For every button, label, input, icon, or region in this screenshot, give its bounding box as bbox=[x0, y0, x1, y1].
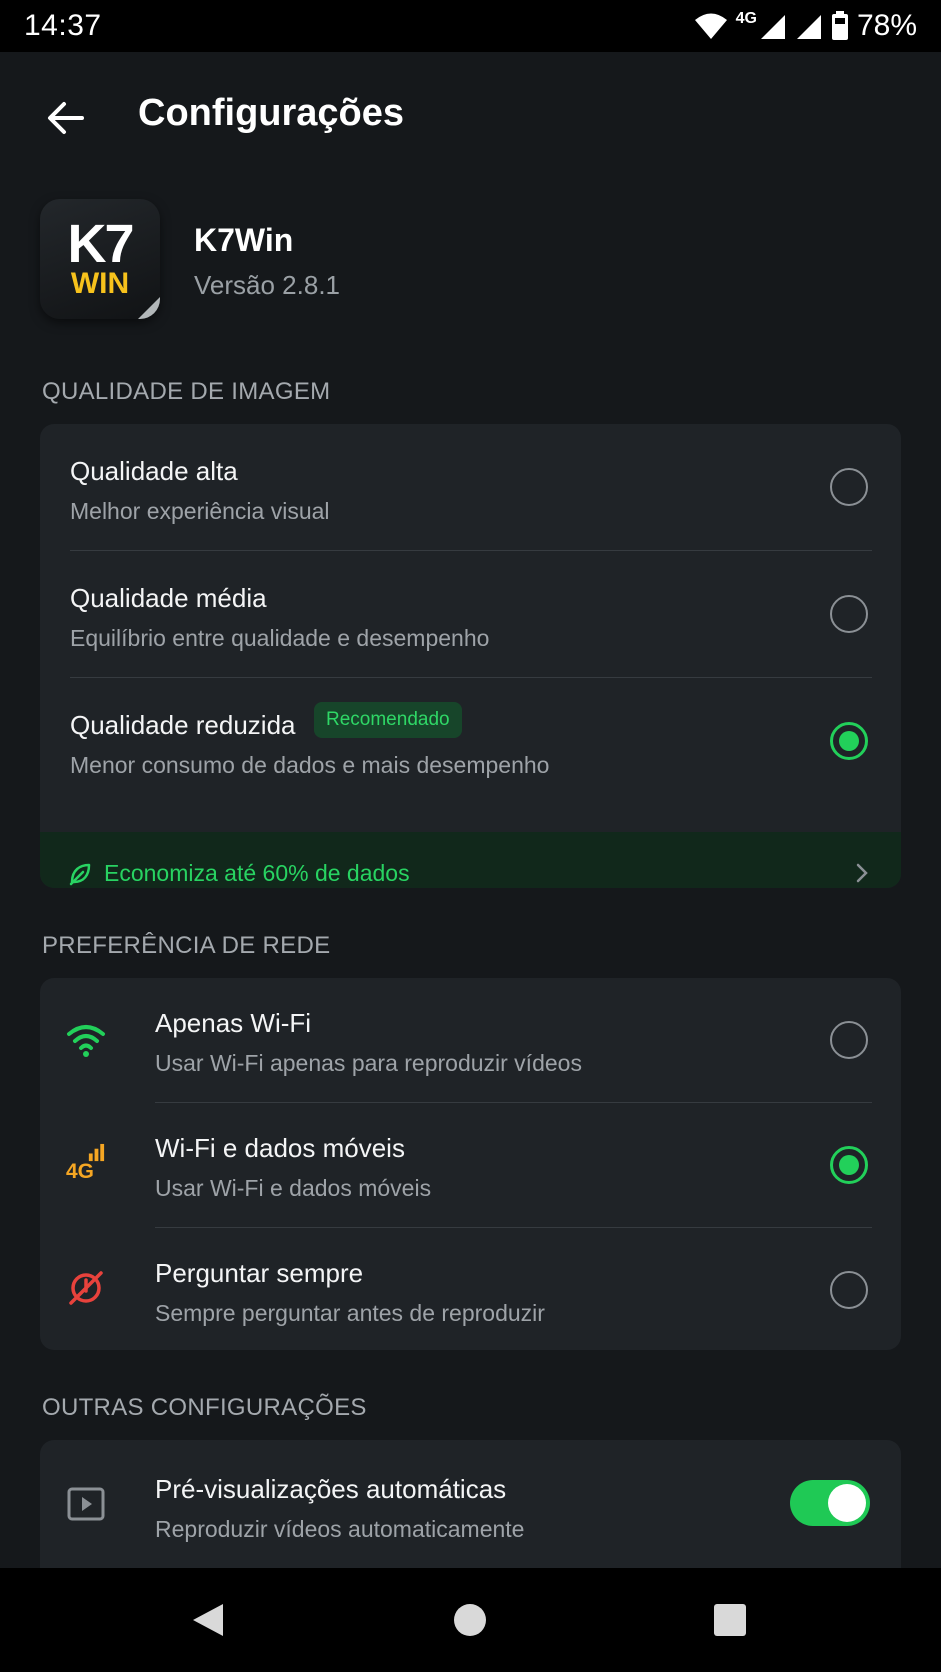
section-label-network: PREFERÊNCIA DE REDE bbox=[42, 932, 331, 959]
recents-square-icon bbox=[714, 1604, 746, 1636]
wifi-icon bbox=[66, 1020, 106, 1060]
other-settings-card: Pré-visualizações automáticas Reproduzir… bbox=[40, 1440, 901, 1568]
no-signal-icon bbox=[66, 1268, 106, 1308]
play-icon bbox=[66, 1484, 106, 1524]
option-title: Qualidade alta bbox=[70, 456, 238, 486]
nav-recents-button[interactable] bbox=[708, 1598, 752, 1642]
network-option-wifi-mobile[interactable]: 4G Wi-Fi e dados móveis Usar Wi-Fi e dad… bbox=[40, 1103, 901, 1227]
recommended-badge: Recomendado bbox=[314, 702, 462, 738]
page-title: Configurações bbox=[138, 92, 405, 134]
option-subtitle: Usar Wi-Fi e dados móveis bbox=[155, 1175, 432, 1201]
data-savings-text: Economiza até 60% de dados bbox=[104, 860, 410, 886]
app-version: Versão 2.8.1 bbox=[194, 270, 340, 300]
section-label-image-quality: QUALIDADE DE IMAGEM bbox=[42, 378, 331, 405]
option-subtitle: Menor consumo de dados e mais desempenho bbox=[70, 752, 550, 778]
radio-button-selected[interactable] bbox=[830, 722, 868, 760]
setting-title: Pré-visualizações automáticas bbox=[155, 1474, 507, 1504]
option-subtitle: Usar Wi-Fi apenas para reproduzir vídeos bbox=[155, 1050, 582, 1076]
arrow-left-icon bbox=[48, 102, 84, 134]
setting-subtitle: Reproduzir vídeos automaticamente bbox=[155, 1516, 525, 1542]
radio-button[interactable] bbox=[830, 1271, 868, 1309]
back-triangle-icon bbox=[193, 1604, 223, 1636]
battery-percent: 78% bbox=[856, 9, 917, 42]
option-title: Apenas Wi-Fi bbox=[155, 1008, 312, 1038]
radio-button[interactable] bbox=[830, 595, 868, 633]
leaf-icon bbox=[69, 863, 91, 886]
option-title: Qualidade média bbox=[70, 583, 267, 613]
signal-icon bbox=[760, 15, 785, 39]
quality-option-high[interactable]: Qualidade alta Melhor experiência visual bbox=[40, 424, 901, 550]
back-button[interactable] bbox=[42, 94, 90, 142]
image-quality-card: Qualidade alta Melhor experiência visual… bbox=[40, 424, 901, 888]
quality-option-medium[interactable]: Qualidade média Equilíbrio entre qualida… bbox=[40, 551, 901, 677]
logo-text-win: WIN bbox=[70, 267, 130, 300]
home-circle-icon bbox=[454, 1604, 486, 1636]
option-title: Qualidade reduzida bbox=[70, 710, 296, 740]
system-nav-bar bbox=[0, 1568, 941, 1672]
setting-auto-preview[interactable]: Pré-visualizações automáticas Reproduzir… bbox=[40, 1440, 901, 1568]
nav-home-button[interactable] bbox=[448, 1598, 492, 1642]
logo-corner-fold bbox=[138, 297, 160, 319]
4g-icon: 4G bbox=[66, 1143, 106, 1183]
battery-icon bbox=[831, 11, 848, 40]
status-bar: 14:37 4G 78% bbox=[0, 0, 941, 52]
status-icons: 4G 78% bbox=[694, 9, 917, 43]
nav-back-button[interactable] bbox=[186, 1598, 230, 1642]
app-header: Configurações bbox=[0, 52, 941, 182]
signal-icon bbox=[796, 15, 821, 39]
network-option-always-ask[interactable]: Perguntar sempre Sempre perguntar antes … bbox=[40, 1228, 901, 1350]
network-label: 4G bbox=[735, 10, 757, 27]
option-title: Perguntar sempre bbox=[155, 1258, 364, 1288]
4g-icon-text: 4G bbox=[66, 1160, 94, 1183]
radio-button-selected[interactable] bbox=[830, 1146, 868, 1184]
network-preference-card: Apenas Wi-Fi Usar Wi-Fi apenas para repr… bbox=[40, 978, 901, 1350]
status-time: 14:37 bbox=[24, 9, 102, 42]
option-subtitle: Equilíbrio entre qualidade e desempenho bbox=[70, 625, 490, 651]
option-subtitle: Sempre perguntar antes de reproduzir bbox=[155, 1300, 545, 1326]
radio-button[interactable] bbox=[830, 1021, 868, 1059]
app-logo: K7 WIN bbox=[40, 199, 160, 319]
section-label-other: OUTRAS CONFIGURAÇÕES bbox=[42, 1394, 367, 1421]
option-subtitle: Melhor experiência visual bbox=[70, 498, 330, 524]
data-savings-banner[interactable]: Economiza até 60% de dados bbox=[40, 832, 901, 888]
radio-button[interactable] bbox=[830, 468, 868, 506]
app-name: K7Win bbox=[194, 222, 294, 258]
chevron-right-icon bbox=[856, 863, 868, 883]
auto-preview-toggle[interactable] bbox=[790, 1480, 870, 1526]
logo-text-k7: K7 bbox=[67, 214, 134, 274]
toggle-knob bbox=[828, 1484, 866, 1522]
quality-option-reduced[interactable]: Qualidade reduzida Recomendado Menor con… bbox=[40, 678, 901, 804]
wifi-icon bbox=[694, 13, 727, 39]
network-option-wifi-only[interactable]: Apenas Wi-Fi Usar Wi-Fi apenas para repr… bbox=[40, 978, 901, 1102]
option-title: Wi-Fi e dados móveis bbox=[155, 1133, 405, 1163]
